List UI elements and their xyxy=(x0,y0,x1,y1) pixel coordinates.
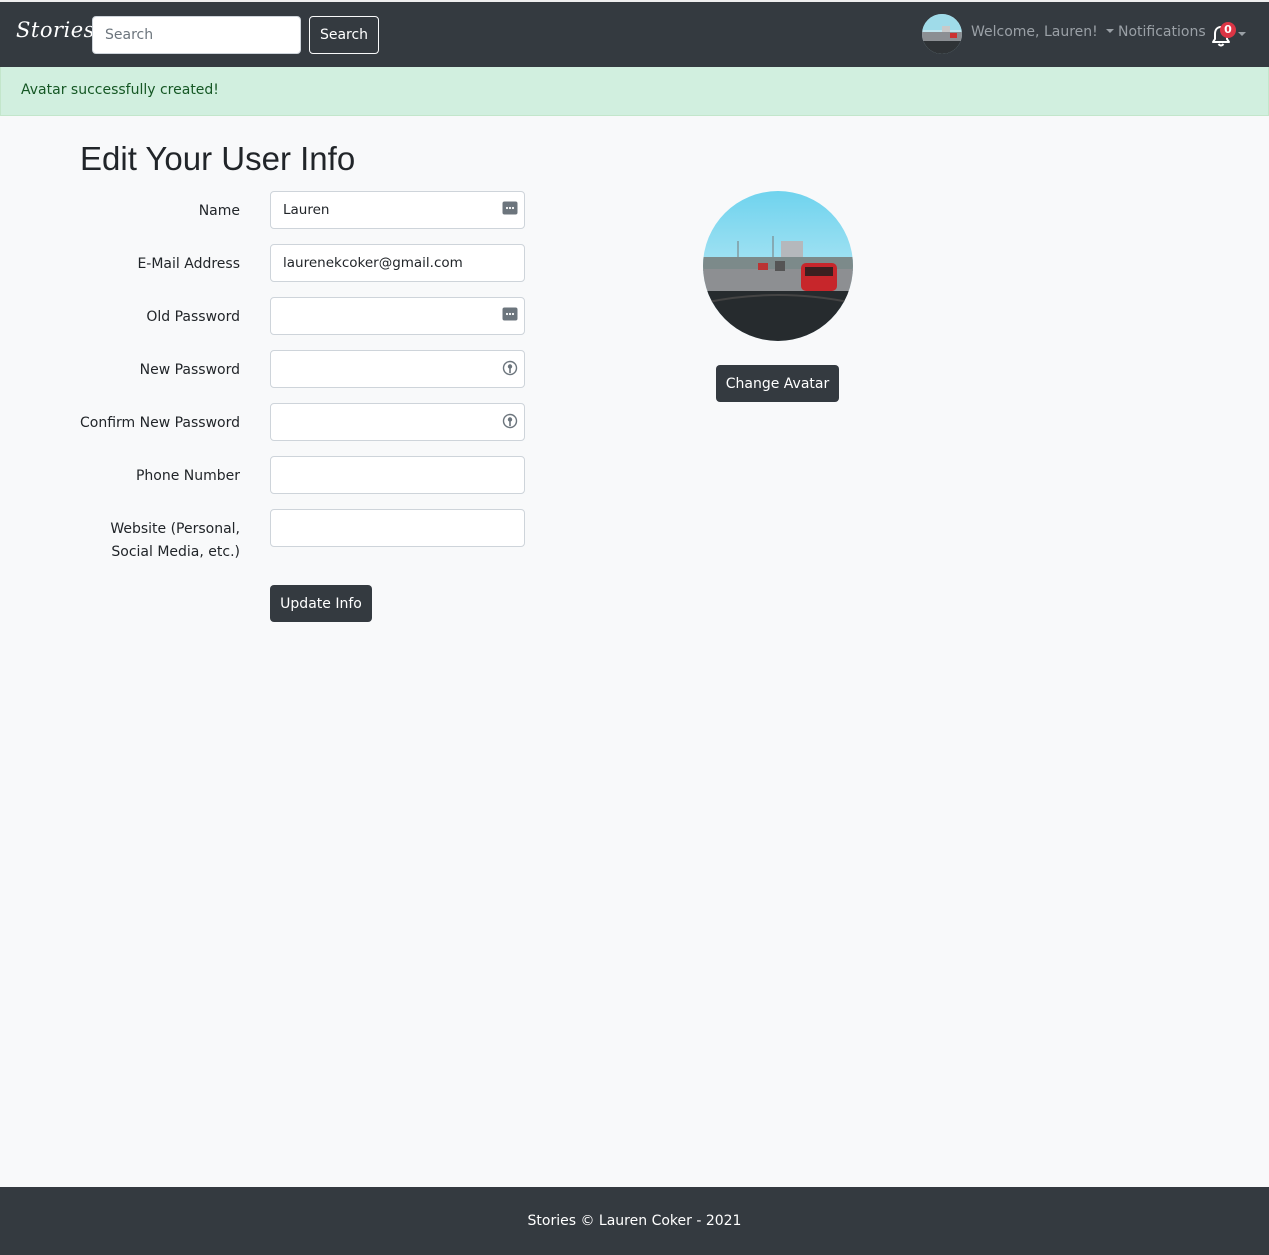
phone-label: Phone Number xyxy=(135,468,240,484)
welcome-dropdown[interactable]: Welcome, Lauren! xyxy=(971,24,1114,40)
notifications-dropdown[interactable]: 0 xyxy=(1208,22,1248,48)
new-password-label: New Password xyxy=(139,362,240,378)
email-row: E-Mail Address xyxy=(0,244,540,284)
name-row: Name xyxy=(0,191,540,231)
name-field[interactable] xyxy=(270,191,525,229)
phone-row: Phone Number xyxy=(0,456,540,496)
notifications-link[interactable]: Notifications xyxy=(1118,24,1206,40)
page-title: Edit Your User Info xyxy=(80,140,356,177)
change-avatar-button[interactable]: Change Avatar xyxy=(716,365,839,402)
new-password-field[interactable] xyxy=(270,350,525,388)
footer: Stories © Lauren Coker - 2021 xyxy=(0,1187,1269,1255)
phone-field[interactable] xyxy=(270,456,525,494)
search-button[interactable]: Search xyxy=(309,16,379,54)
name-label: Name xyxy=(198,203,240,219)
update-info-button[interactable]: Update Info xyxy=(270,585,372,622)
brand-logo[interactable]: Stories xyxy=(16,18,95,42)
chevron-down-icon xyxy=(1105,29,1114,33)
footer-text: Stories © Lauren Coker - 2021 xyxy=(527,1213,742,1229)
chevron-down-icon xyxy=(1238,32,1246,36)
navbar: Stories Search Welcome, Lauren! Notifica… xyxy=(0,0,1269,67)
confirm-password-row: Confirm New Password xyxy=(0,403,540,443)
website-field[interactable] xyxy=(270,509,525,547)
password-manager-icon[interactable] xyxy=(502,201,518,215)
confirm-password-label: Confirm New Password xyxy=(79,415,240,431)
confirm-password-field[interactable] xyxy=(270,403,525,441)
website-label: Website (Personal, Social Media, etc.) xyxy=(110,521,240,560)
website-row: Website (Personal, Social Media, etc.) xyxy=(0,509,540,560)
welcome-text: Welcome, Lauren! xyxy=(971,24,1098,40)
key-suggest-icon[interactable] xyxy=(502,413,518,429)
password-manager-icon[interactable] xyxy=(502,307,518,321)
new-password-row: New Password xyxy=(0,350,540,390)
email-label: E-Mail Address xyxy=(137,256,240,272)
old-password-row: Old Password xyxy=(0,297,540,337)
notification-badge: 0 xyxy=(1220,22,1236,38)
old-password-field[interactable] xyxy=(270,297,525,335)
email-field[interactable] xyxy=(270,244,525,282)
user-avatar xyxy=(703,191,853,341)
key-suggest-icon[interactable] xyxy=(502,360,518,376)
old-password-label: Old Password xyxy=(146,309,240,325)
search-input[interactable] xyxy=(92,16,301,54)
success-alert: Avatar successfully created! xyxy=(0,67,1269,116)
nav-avatar[interactable] xyxy=(922,14,962,54)
alert-message: Avatar successfully created! xyxy=(21,82,219,98)
